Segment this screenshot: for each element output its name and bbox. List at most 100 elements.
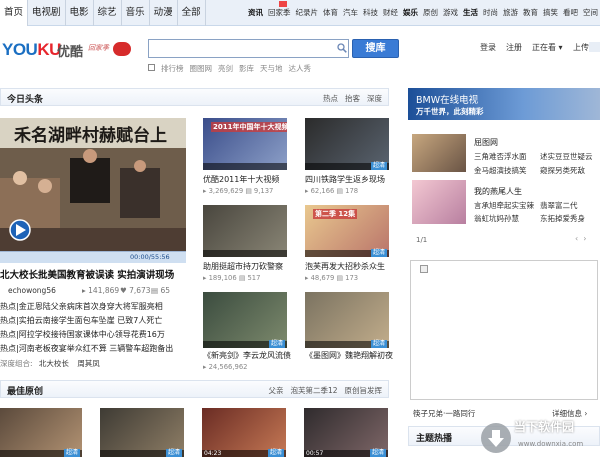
- tab-depth[interactable]: 深度: [367, 93, 382, 104]
- news-item[interactable]: 热点|金正恩陆父亲病床首次身穿大将军服亮相: [0, 301, 163, 312]
- nav-secondary-item[interactable]: 科技: [363, 7, 378, 18]
- nav-secondary-item[interactable]: 看吧: [563, 7, 578, 18]
- hd-badge: 超清: [370, 249, 387, 257]
- promo-link[interactable]: 三角难否浮水面: [474, 151, 527, 162]
- quicklink-rank[interactable]: 排行榜: [161, 63, 184, 74]
- quicklink-darenxiu[interactable]: 达人秀: [289, 63, 312, 74]
- nav-secondary-item[interactable]: 娱乐: [403, 7, 418, 18]
- hero-video-player[interactable]: 禾名湖畔村赫赋台上: [0, 118, 186, 263]
- promo-title-link[interactable]: 我的燕尾人生: [474, 186, 522, 197]
- promo-link[interactable]: 窥探另类死敌: [540, 165, 585, 176]
- upload-icon[interactable]: [589, 42, 600, 52]
- tag-link[interactable]: 周其凤: [77, 359, 100, 368]
- promo-title-link[interactable]: 屈图网: [474, 137, 498, 148]
- search-icon[interactable]: [337, 43, 347, 53]
- tab-taike[interactable]: 抬客: [345, 93, 360, 104]
- nav-secondary-item[interactable]: 资讯: [248, 7, 263, 18]
- nav-secondary-item[interactable]: 汽车: [343, 7, 358, 18]
- hero-uploader-link[interactable]: echowong56: [8, 286, 56, 295]
- nav-secondary-item[interactable]: 体育: [323, 7, 338, 18]
- video-stats: ▸ 189,106 ▤ 517: [203, 274, 261, 282]
- promo-link[interactable]: 言承旭牵起实宝辣: [474, 200, 534, 211]
- search-button[interactable]: 搜库: [352, 39, 399, 58]
- nav-secondary-item[interactable]: 生活: [463, 7, 478, 18]
- nav-secondary-item[interactable]: 纪录片: [296, 7, 319, 18]
- nav-secondary-item[interactable]: 时尚: [483, 7, 498, 18]
- video-thumbnail[interactable]: 04:23 超清: [202, 408, 286, 457]
- broken-image-icon: [420, 265, 428, 273]
- video-title-link[interactable]: 《墨图网》魏艳翔解初夜: [305, 350, 393, 361]
- checkbox-icon[interactable]: [148, 64, 155, 71]
- quicklink-yingku[interactable]: 影库: [239, 63, 254, 74]
- promo-thumb[interactable]: [412, 134, 466, 172]
- video-thumbnail[interactable]: 00:57 超清: [304, 408, 388, 457]
- original-tab[interactable]: 原创旨发挥: [345, 385, 383, 396]
- nav-music[interactable]: 音乐: [122, 0, 150, 26]
- login-link[interactable]: 登录: [480, 42, 496, 53]
- nav-movie[interactable]: 电影: [66, 0, 94, 26]
- promo-thumb[interactable]: [412, 180, 466, 224]
- quicklink-liangjian[interactable]: 亮剑: [218, 63, 233, 74]
- quicklink-tianyudi[interactable]: 天与地: [260, 63, 283, 74]
- hero-title-link[interactable]: 北大校长批美国教育被误读 实拍演讲现场: [0, 267, 174, 281]
- nav-all[interactable]: 全部: [178, 0, 206, 26]
- video-thumbnail[interactable]: 第二季 12集超清: [305, 205, 389, 257]
- video-thumbnail[interactable]: 超清: [305, 118, 389, 170]
- nav-secondary-item[interactable]: 财经: [383, 7, 398, 18]
- video-comments: 178: [345, 187, 359, 195]
- nav-secondary-item[interactable]: 搞笑: [543, 7, 558, 18]
- promo-link[interactable]: 东拓掉爱秀身: [540, 213, 585, 224]
- nav-secondary-item[interactable]: 游戏: [443, 7, 458, 18]
- promo-link[interactable]: 翁虹坑妈孙慧: [474, 213, 519, 224]
- ad-placeholder[interactable]: [410, 260, 598, 400]
- promo-link[interactable]: 述实豆豆世疑云: [540, 151, 593, 162]
- nav-tv[interactable]: 电视剧: [28, 0, 66, 26]
- chevron-right-icon: ›: [582, 409, 588, 418]
- quicklink-tuwang[interactable]: 圈图网: [190, 63, 213, 74]
- thumb-banner: 第二季 12集: [313, 209, 358, 219]
- youku-logo[interactable]: YOUKU 优酷 回家季: [2, 40, 109, 62]
- video-views: 62,166: [310, 187, 335, 195]
- video-thumbnail[interactable]: 超清: [100, 408, 184, 457]
- search-input[interactable]: [148, 39, 349, 58]
- original-tab[interactable]: 泡芙第二季12: [290, 385, 337, 396]
- video-thumbnail[interactable]: 超清: [0, 408, 82, 457]
- video-title-link[interactable]: 《新亮剑》李云龙风流债: [203, 350, 291, 361]
- video-thumbnail[interactable]: [203, 205, 287, 257]
- tag-label: 深度组合:: [0, 359, 33, 368]
- nav-secondary-item[interactable]: 回家季: [268, 7, 291, 18]
- video-thumbnail[interactable]: 超清: [203, 292, 287, 348]
- chevron-right-icon[interactable]: ›: [583, 234, 586, 243]
- video-title-link[interactable]: 泡芙再发大招秒杀众生: [305, 261, 385, 272]
- nav-secondary-item[interactable]: 旅游: [503, 7, 518, 18]
- nav-secondary-item[interactable]: 空间: [583, 7, 598, 18]
- nav-anime[interactable]: 动漫: [150, 0, 178, 26]
- news-item[interactable]: 热点|河南老板夜宴举众红不算 三辆警车超跑备出: [0, 343, 173, 354]
- register-link[interactable]: 注册: [506, 42, 522, 53]
- hero-views-count: 141,869: [88, 286, 120, 295]
- video-thumbnail[interactable]: 超清: [305, 292, 389, 348]
- tag-link[interactable]: 北大校长: [39, 359, 69, 368]
- video-title-link[interactable]: 四川铁路学生返乡现场: [305, 174, 385, 185]
- upload-link[interactable]: 上传: [573, 42, 589, 53]
- watermark-name: 当下软件园: [514, 420, 575, 434]
- video-title-link[interactable]: 优酷2011年十大视频: [203, 174, 279, 185]
- news-item[interactable]: 热点|实拍云南接学生面包车坠崖 已致7人死亡: [0, 315, 162, 326]
- ad-caption[interactable]: 筷子兄弟·一路同行: [413, 408, 475, 419]
- promo-link[interactable]: 金马超演技搞笑: [474, 165, 527, 176]
- video-views: 3,269,629: [208, 187, 244, 195]
- today-tabs: 热点 抬客 深度: [323, 93, 382, 104]
- nav-home[interactable]: 首页: [0, 0, 29, 26]
- nav-variety[interactable]: 综艺: [94, 0, 122, 26]
- video-title-link[interactable]: 助朋挺超市持刀砍警察: [203, 261, 283, 272]
- news-item[interactable]: 热点|阿拉学校接待国家课体中心领导花费16万: [0, 329, 165, 340]
- original-tab[interactable]: 父亲: [268, 385, 283, 396]
- nav-secondary-item[interactable]: 教育: [523, 7, 538, 18]
- promo-link[interactable]: 翡翠富二代: [540, 200, 578, 211]
- video-thumbnail[interactable]: 2011年中国年十大视频: [203, 118, 287, 170]
- nav-secondary-item[interactable]: 原创: [423, 7, 438, 18]
- watching-dropdown[interactable]: 正在看 ▾: [532, 42, 563, 53]
- original-section-header: 最佳原创 父亲 泡芙第二季12 原创旨发挥: [0, 380, 389, 398]
- chevron-left-icon[interactable]: ‹: [575, 234, 578, 243]
- tab-hot[interactable]: 热点: [323, 93, 338, 104]
